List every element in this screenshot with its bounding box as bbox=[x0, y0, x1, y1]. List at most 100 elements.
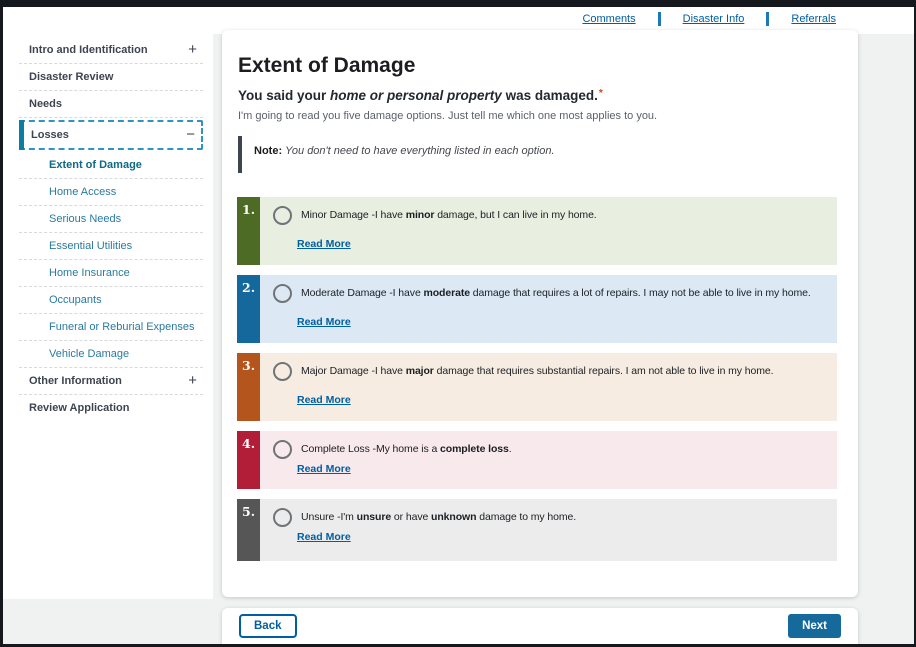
sidebar-item-serious-needs[interactable]: Serious Needs bbox=[19, 206, 203, 233]
radio-button[interactable] bbox=[273, 440, 292, 459]
sidebar-item-label: Intro and Identification bbox=[29, 44, 148, 56]
required-marker: * bbox=[599, 88, 603, 99]
option-number: 5. bbox=[237, 499, 260, 561]
sidebar-item-funeral-or-reburial-expenses[interactable]: Funeral or Reburial Expenses bbox=[19, 314, 203, 341]
sidebar-item-losses[interactable]: Losses− bbox=[19, 120, 203, 150]
back-button[interactable]: Back bbox=[239, 614, 297, 638]
option-label-bold: unsure bbox=[357, 511, 391, 523]
question-subtitle: You said your home or personal property … bbox=[238, 88, 838, 103]
sidebar-item-label: Home Insurance bbox=[49, 267, 130, 279]
sidebar-item-label: Home Access bbox=[49, 186, 116, 198]
footer-action-bar: Back Next bbox=[222, 608, 858, 644]
main-card: Extent of Damage You said your home or p… bbox=[222, 30, 858, 597]
note-label: Note: bbox=[254, 145, 282, 157]
plus-icon: + bbox=[188, 45, 197, 55]
option-line: Complete Loss -My home is a complete los… bbox=[273, 442, 827, 459]
sidebar-item-essential-utilities[interactable]: Essential Utilities bbox=[19, 233, 203, 260]
option-label: Minor Damage -I have minor damage, but I… bbox=[301, 208, 597, 222]
option-row-3: 3.Major Damage -I have major damage that… bbox=[237, 353, 837, 421]
option-body: Major Damage -I have major damage that r… bbox=[260, 353, 837, 421]
radio-button[interactable] bbox=[273, 284, 292, 303]
sidebar-navigation: Intro and Identification + Disaster Review… bbox=[3, 7, 213, 599]
option-row-1: 1. Minor Damage -I have minor damage, but… bbox=[237, 197, 837, 265]
read-more-link[interactable]: Read More bbox=[297, 316, 351, 328]
option-row-5: 5. Unsure -I'm unsure or have unknown dam… bbox=[237, 499, 837, 561]
read-more-link[interactable]: Read More bbox=[297, 463, 351, 475]
option-label-text: damage that requires substantial repairs… bbox=[434, 365, 774, 377]
option-body: Unsure -I'm unsure or have unknown damag… bbox=[260, 499, 837, 561]
option-label: Unsure -I'm unsure or have unknown damag… bbox=[301, 510, 576, 524]
option-label-text: or have bbox=[391, 511, 431, 523]
sidebar-item-label: Serious Needs bbox=[49, 213, 121, 225]
option-label-text: Moderate Damage -I have bbox=[301, 287, 424, 299]
read-more-link[interactable]: Read More bbox=[297, 394, 351, 406]
top-link-comments[interactable]: Comments bbox=[582, 13, 635, 25]
option-label-text: Unsure -I'm bbox=[301, 511, 357, 523]
top-link-referrals[interactable]: Referrals bbox=[791, 13, 836, 25]
sidebar-item-intro-and-identification[interactable]: Intro and Identification + bbox=[19, 37, 203, 64]
read-more-link[interactable]: Read More bbox=[297, 531, 351, 543]
note-box: Note: You don't need to have everything … bbox=[238, 136, 838, 173]
sidebar-item-label: Essential Utilities bbox=[49, 240, 132, 252]
option-number: 4. bbox=[237, 431, 260, 489]
nav-separator bbox=[658, 12, 661, 26]
subtitle-text: was damaged. bbox=[502, 88, 598, 103]
nav-separator bbox=[766, 12, 769, 26]
subtitle-text: You said your bbox=[238, 88, 330, 103]
sidebar-item-occupants[interactable]: Occupants bbox=[19, 287, 203, 314]
option-line: Unsure -I'm unsure or have unknown damag… bbox=[273, 510, 827, 527]
question-description: I'm going to read you five damage option… bbox=[238, 110, 838, 122]
radio-button[interactable] bbox=[273, 362, 292, 381]
option-label-bold: complete loss bbox=[440, 443, 509, 455]
sidebar-item-label: Extent of Damage bbox=[49, 159, 142, 171]
sidebar-item-label: Review Application bbox=[29, 402, 129, 414]
next-button[interactable]: Next bbox=[788, 614, 841, 638]
option-label-text: damage, but I can live in my home. bbox=[434, 209, 596, 221]
option-label-text: . bbox=[509, 443, 512, 455]
damage-options-list: 1. Minor Damage -I have minor damage, but… bbox=[237, 197, 837, 561]
option-line: Major Damage -I have major damage that r… bbox=[273, 364, 827, 381]
option-label-bold: unknown bbox=[431, 511, 476, 523]
sidebar-item-label: Vehicle Damage bbox=[49, 348, 129, 360]
sidebar-item-label: Occupants bbox=[49, 294, 102, 306]
option-body: Moderate Damage -I have moderate damage … bbox=[260, 275, 837, 343]
radio-button[interactable] bbox=[273, 206, 292, 225]
option-number: 1. bbox=[237, 197, 260, 265]
option-label-text: Major Damage -I have bbox=[301, 365, 406, 377]
option-label: Major Damage -I have major damage that r… bbox=[301, 364, 773, 378]
option-label-bold: minor bbox=[406, 209, 435, 221]
app-window: Comments Disaster Info Referrals Intro and… bbox=[0, 0, 916, 647]
option-body: Minor Damage -I have minor damage, but I… bbox=[260, 197, 837, 265]
radio-button[interactable] bbox=[273, 508, 292, 527]
sidebar-item-label: Losses bbox=[31, 129, 69, 141]
sidebar-item-home-access[interactable]: Home Access bbox=[19, 179, 203, 206]
option-label-bold: moderate bbox=[424, 287, 470, 299]
sidebar-item-home-insurance[interactable]: Home Insurance bbox=[19, 260, 203, 287]
plus-icon: + bbox=[188, 376, 197, 386]
option-label-text: Minor Damage -I have bbox=[301, 209, 406, 221]
subtitle-emphasis: home or personal property bbox=[330, 88, 502, 103]
sidebar-item-other-information[interactable]: Other Information + bbox=[19, 368, 203, 395]
sidebar-item-label: Funeral or Reburial Expenses bbox=[49, 321, 195, 333]
option-row-2: 2.Moderate Damage -I have moderate damag… bbox=[237, 275, 837, 343]
option-label-text: damage that requires a lot of repairs. I… bbox=[470, 287, 811, 299]
sidebar-item-label: Needs bbox=[29, 98, 62, 110]
sidebar-item-disaster-review[interactable]: Disaster Review bbox=[19, 64, 203, 91]
option-label-text: damage to my home. bbox=[476, 511, 576, 523]
option-label: Complete Loss -My home is a complete los… bbox=[301, 442, 512, 456]
sidebar-item-extent-of-damage[interactable]: Extent of Damage bbox=[19, 152, 203, 179]
top-links: Comments Disaster Info Referrals bbox=[582, 12, 836, 26]
top-link-disaster-info[interactable]: Disaster Info bbox=[683, 13, 745, 25]
note-text-body: You don't need to have everything listed… bbox=[285, 145, 554, 157]
option-body: Complete Loss -My home is a complete los… bbox=[260, 431, 837, 489]
option-line: Minor Damage -I have minor damage, but I… bbox=[273, 208, 827, 225]
read-more-link[interactable]: Read More bbox=[297, 238, 351, 250]
sidebar-item-review-application[interactable]: Review Application bbox=[19, 395, 203, 421]
option-row-4: 4. Complete Loss -My home is a complete l… bbox=[237, 431, 837, 489]
sidebar-item-needs[interactable]: Needs bbox=[19, 91, 203, 118]
sidebar-item-vehicle-damage[interactable]: Vehicle Damage bbox=[19, 341, 203, 368]
sidebar-item-label: Disaster Review bbox=[29, 71, 113, 83]
option-label-bold: major bbox=[406, 365, 434, 377]
sidebar-item-label: Other Information bbox=[29, 375, 122, 387]
option-label-text: Complete Loss -My home is a bbox=[301, 443, 440, 455]
